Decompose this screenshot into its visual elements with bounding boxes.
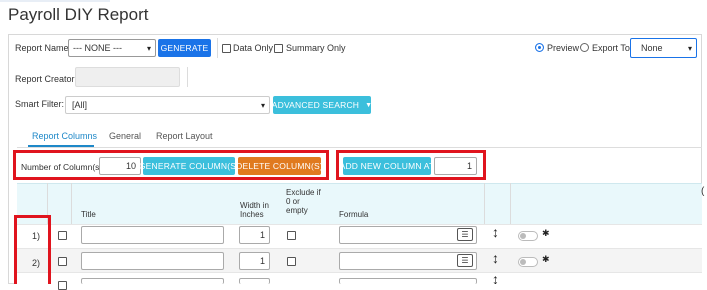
row-select-checkbox[interactable] bbox=[58, 281, 67, 290]
add-new-column-button[interactable]: ADD NEW COLUMN AT bbox=[340, 157, 434, 175]
tab-report-columns[interactable]: Report Columns bbox=[32, 131, 97, 141]
generate-columns-button[interactable]: GENERATE COLUMN(S) bbox=[139, 157, 239, 175]
smart-filter-value: [All] bbox=[72, 100, 88, 110]
number-of-columns-input[interactable]: 10 bbox=[99, 157, 141, 175]
add-new-column-position-input[interactable]: 1 bbox=[434, 157, 477, 175]
row-title-input[interactable] bbox=[81, 226, 224, 244]
row-toggle[interactable] bbox=[518, 257, 538, 267]
header-exclude-line2: 0 or bbox=[286, 197, 300, 206]
export-to-radio[interactable] bbox=[580, 43, 589, 52]
export-select[interactable]: None ▾ bbox=[630, 38, 697, 58]
tab-general[interactable]: General bbox=[109, 131, 141, 141]
caret-down-icon: ▼ bbox=[365, 101, 373, 109]
preview-radio[interactable] bbox=[535, 43, 544, 52]
export-value: None bbox=[641, 43, 663, 53]
gear-icon[interactable]: ✱ bbox=[542, 228, 550, 239]
row-width-input[interactable]: 1 bbox=[239, 226, 270, 244]
divider bbox=[217, 38, 218, 58]
header-exclude-line3: empty bbox=[286, 206, 308, 215]
row-width-value: 1 bbox=[259, 256, 265, 266]
up-down-arrow-icon[interactable]: ↕ bbox=[492, 224, 499, 240]
list-icon[interactable]: ☰ bbox=[457, 228, 473, 241]
summary-only-checkbox[interactable] bbox=[274, 44, 283, 53]
row-formula-input[interactable] bbox=[339, 278, 477, 284]
tabs-divider bbox=[17, 147, 702, 148]
header-width-line2: Inches bbox=[240, 210, 264, 219]
top-strip bbox=[0, 0, 707, 2]
header-title: Title bbox=[81, 210, 96, 219]
header-exclude-line1: Exclude if bbox=[286, 188, 321, 197]
row-select-checkbox[interactable] bbox=[58, 231, 67, 240]
report-name-label: Report Name: bbox=[15, 43, 72, 53]
advanced-search-label: ADVANCED SEARCH bbox=[271, 100, 360, 110]
chevron-down-icon: ▾ bbox=[260, 100, 265, 110]
header-width-line1: Width in bbox=[240, 201, 269, 210]
export-to-label: Export To bbox=[592, 43, 630, 53]
divider bbox=[187, 67, 188, 87]
row-exclude-checkbox[interactable] bbox=[287, 231, 296, 240]
report-creator-field bbox=[75, 67, 180, 87]
list-icon[interactable]: ☰ bbox=[457, 254, 473, 267]
row-title-input[interactable] bbox=[81, 278, 224, 284]
right-edge-fragment: ( bbox=[701, 186, 705, 197]
gear-icon[interactable]: ✱ bbox=[542, 254, 550, 265]
report-creator-label: Report Creator: bbox=[15, 74, 78, 84]
up-down-arrow-icon[interactable]: ↕ bbox=[492, 250, 499, 266]
smart-filter-select[interactable]: [All] ▾ bbox=[65, 96, 270, 114]
summary-only-label: Summary Only bbox=[286, 43, 346, 53]
smart-filter-label: Smart Filter: bbox=[15, 99, 65, 109]
row-toggle[interactable] bbox=[518, 231, 538, 241]
row-width-value: 1 bbox=[259, 230, 265, 240]
row-select-checkbox[interactable] bbox=[58, 257, 67, 266]
row-exclude-checkbox[interactable] bbox=[287, 257, 296, 266]
chevron-down-icon: ▾ bbox=[687, 43, 692, 53]
generate-button[interactable]: GENERATE bbox=[158, 39, 211, 57]
delete-columns-button[interactable]: DELETE COLUMN(S) bbox=[236, 157, 323, 175]
row-width-input[interactable] bbox=[239, 278, 270, 284]
up-down-arrow-icon[interactable]: ↕ bbox=[492, 274, 499, 284]
page-title: Payroll DIY Report bbox=[8, 5, 149, 24]
data-only-label: Data Only bbox=[233, 43, 274, 53]
row-title-input[interactable] bbox=[81, 252, 224, 270]
add-new-column-position-value: 1 bbox=[466, 161, 472, 171]
report-name-select[interactable]: --- NONE --- ▾ bbox=[68, 39, 156, 57]
row-width-input[interactable]: 1 bbox=[239, 252, 270, 270]
number-of-columns-value: 10 bbox=[125, 161, 136, 171]
advanced-search-button[interactable]: ADVANCED SEARCH ▼ bbox=[271, 96, 373, 114]
tab-report-layout[interactable]: Report Layout bbox=[156, 131, 213, 141]
number-of-columns-label: Number of Column(s): bbox=[21, 162, 105, 172]
row-index-highlight bbox=[14, 215, 51, 284]
header-formula: Formula bbox=[339, 210, 369, 219]
report-name-value: --- NONE --- bbox=[73, 43, 122, 53]
data-only-checkbox[interactable] bbox=[222, 44, 231, 53]
preview-label: Preview bbox=[547, 43, 580, 53]
chevron-down-icon: ▾ bbox=[146, 43, 151, 53]
